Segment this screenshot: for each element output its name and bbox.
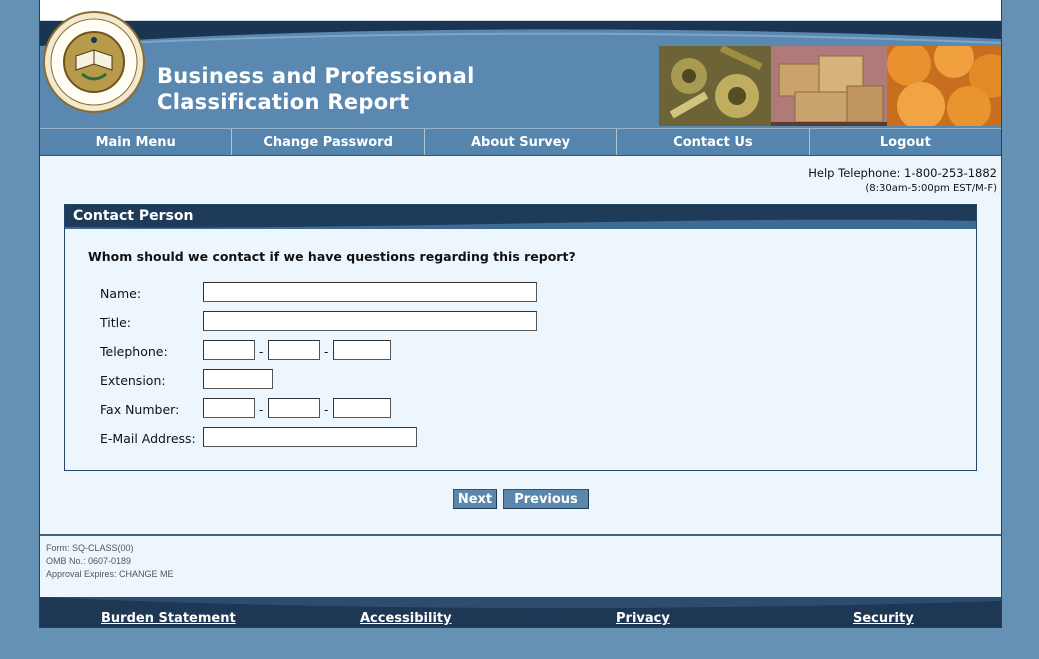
nav-contact-us[interactable]: Contact Us — [617, 129, 810, 155]
fax-prefix-field[interactable] — [268, 398, 320, 418]
census-seal-logo — [43, 11, 145, 113]
email-field[interactable] — [203, 427, 417, 447]
fax-line-field[interactable] — [333, 398, 391, 418]
help-telephone: Help Telephone: 1-800-253-1882 — [808, 166, 997, 180]
title-label: Title: — [100, 315, 131, 330]
header-photos — [659, 46, 1001, 126]
burden-statement-link[interactable]: Burden Statement — [101, 611, 236, 626]
name-field[interactable] — [203, 282, 537, 302]
next-button[interactable]: Next — [453, 489, 497, 509]
gears-photo — [659, 46, 771, 126]
title-line-1: Business and Professional — [157, 64, 475, 88]
top-strip — [40, 0, 1001, 21]
security-link[interactable]: Security — [853, 611, 914, 626]
contact-person-panel: Contact Person Whom should we contact if… — [64, 204, 977, 471]
form-info: Form: SQ-CLASS(00) OMB No.: 0607-0189 Ap… — [46, 542, 174, 581]
nav-logout[interactable]: Logout — [810, 129, 1001, 155]
telephone-prefix-field[interactable] — [268, 340, 320, 360]
omb-number: OMB No.: 0607-0189 — [46, 556, 132, 566]
telephone-separator-2: - — [324, 345, 329, 359]
name-label: Name: — [100, 286, 142, 301]
main-nav: Main Menu Change Password About Survey C… — [40, 128, 1001, 156]
nav-about-survey[interactable]: About Survey — [425, 129, 618, 155]
telephone-separator-1: - — [259, 345, 264, 359]
accessibility-link[interactable]: Accessibility — [360, 611, 452, 626]
telephone-label: Telephone: — [100, 344, 168, 359]
extension-field[interactable] — [203, 369, 273, 389]
telephone-area-code-field[interactable] — [203, 340, 255, 360]
boxes-photo — [771, 46, 887, 126]
extension-label: Extension: — [100, 373, 166, 388]
panel-header: Contact Person — [65, 205, 976, 229]
form-id: Form: SQ-CLASS(00) — [46, 543, 134, 553]
email-label: E-Mail Address: — [100, 431, 196, 446]
approval-expires: Approval Expires: CHANGE ME — [46, 569, 174, 579]
oranges-photo — [887, 46, 1001, 126]
title-line-2: Classification Report — [157, 90, 410, 114]
contact-question: Whom should we contact if we have questi… — [88, 249, 576, 264]
banner-swoosh — [40, 29, 1001, 47]
page-frame: Business and Professional Classification… — [39, 0, 1002, 628]
nav-main-menu[interactable]: Main Menu — [40, 129, 233, 155]
panel-title: Contact Person — [73, 208, 194, 224]
telephone-line-field[interactable] — [333, 340, 391, 360]
fax-separator-1: - — [259, 403, 264, 417]
privacy-link[interactable]: Privacy — [616, 611, 670, 626]
fax-label: Fax Number: — [100, 402, 180, 417]
title-field[interactable] — [203, 311, 537, 331]
help-contact: Help Telephone: 1-800-253-1882 (8:30am-5… — [808, 166, 997, 196]
footer-divider — [40, 534, 1001, 536]
fax-separator-2: - — [324, 403, 329, 417]
nav-change-password[interactable]: Change Password — [232, 129, 425, 155]
page-title: Business and Professional Classification… — [157, 63, 475, 115]
previous-button[interactable]: Previous — [503, 489, 589, 509]
fax-area-code-field[interactable] — [203, 398, 255, 418]
help-hours: (8:30am-5:00pm EST/M-F) — [865, 183, 997, 194]
